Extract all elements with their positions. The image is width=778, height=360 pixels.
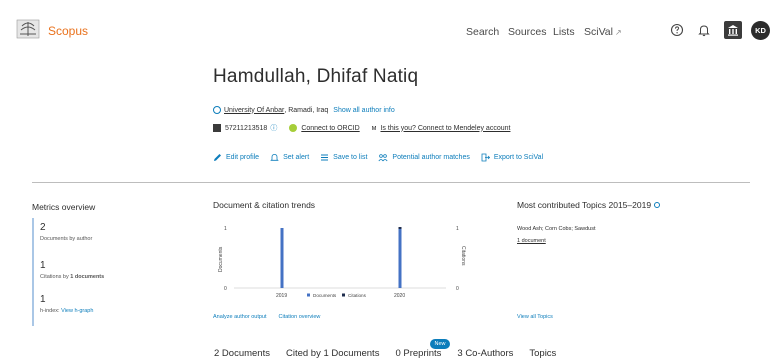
nav-search[interactable]: Search — [466, 26, 499, 38]
export-to-scival-label: Export to SciVal — [493, 154, 544, 161]
h-index-value: 1 — [40, 294, 46, 305]
institution-icon[interactable] — [724, 21, 742, 39]
legend-documents-swatch — [307, 293, 310, 297]
export-icon — [481, 153, 490, 162]
bell-icon[interactable] — [697, 23, 711, 37]
tab-co-authors[interactable]: 3 Co-Authors — [457, 348, 513, 359]
analyze-author-output-link[interactable]: Analyze author output — [213, 314, 267, 320]
documents-metric[interactable]: 2 Documents by author — [40, 222, 92, 242]
people-icon — [378, 154, 388, 162]
legend-citations-label: Citations — [348, 293, 367, 298]
citations-marker — [398, 227, 402, 229]
affiliation-place: , Ramadi, Iraq — [284, 106, 329, 114]
scopus-id: 57211213518 — [225, 124, 268, 132]
citations-metric[interactable]: 1 Citations by 1 documents — [40, 260, 104, 280]
nav-sources[interactable]: Sources — [508, 26, 547, 38]
tab-cited-by[interactable]: Cited by 1 Documents — [286, 348, 379, 359]
y-tick-right: 0 — [456, 286, 459, 292]
x-tick-label: 2019 — [276, 293, 287, 299]
citations-count: 1 — [40, 260, 46, 271]
nav-scival[interactable]: SciVal ↗ — [584, 26, 622, 38]
documents-label: Documents by author — [40, 236, 93, 242]
topic-name[interactable]: Wood Ash; Corn Cobs; Sawdust — [517, 226, 595, 232]
tab-topics[interactable]: Topics — [529, 348, 556, 359]
x-tick-label: 2020 — [394, 293, 405, 299]
bell-icon — [270, 154, 279, 161]
list-icon — [321, 154, 329, 161]
citation-overview-link[interactable]: Citation overview — [279, 314, 321, 320]
author-name: Hamdullah, Dhifaf Natiq — [213, 66, 419, 87]
show-all-author-info-link[interactable]: Show all author info — [333, 107, 394, 114]
save-to-list-button[interactable]: Save to list — [320, 153, 367, 162]
legend-documents-label: Documents — [313, 293, 337, 298]
y-tick-left: 1 — [224, 226, 227, 232]
author-actions: Edit profile Set alert Save to list Pote… — [213, 153, 554, 162]
info-icon[interactable] — [654, 202, 661, 208]
citations-label: Citations by 1 documents — [40, 274, 104, 280]
tab-documents[interactable]: 2 Documents — [214, 348, 270, 359]
y-tick-right: 1 — [456, 226, 459, 232]
document-citation-chart: 1 0 1 0 Documents Citations 2019 2020 Documents C… — [218, 226, 466, 299]
trends-title: Document & citation trends — [213, 200, 316, 210]
citations-label-prefix: Citations by — [40, 274, 71, 280]
documents-bar — [398, 228, 402, 288]
export-to-scival-button[interactable]: Export to SciVal — [481, 153, 543, 162]
metrics-overview-title: Metrics overview — [32, 202, 96, 212]
potential-author-matches-button[interactable]: Potential author matches — [378, 153, 470, 162]
y-axis-label-citations: Citations — [460, 246, 466, 266]
view-h-graph-link[interactable]: View h-graph — [61, 308, 93, 314]
citations-label-documents: 1 documents — [70, 274, 105, 280]
h-index-label-row: h-index: View h-graph — [40, 308, 93, 314]
topics-title-text: Most contributed Topics 2015–2019 — [517, 200, 652, 210]
help-icon[interactable] — [670, 23, 684, 37]
nav-scival-label: SciVal — [584, 26, 613, 38]
section-divider — [32, 182, 750, 183]
connect-mendeley-link[interactable]: Is this you? Connect to Mendeley account — [380, 125, 510, 132]
save-to-list-label: Save to list — [333, 154, 368, 161]
h-index-metric: 1 h-index: View h-graph — [40, 294, 93, 314]
scopus-id-icon — [213, 124, 221, 132]
view-all-topics-link[interactable]: View all Topics — [517, 314, 553, 320]
info-icon[interactable]: ⓘ — [270, 123, 277, 133]
author-ids-row: 57211213518 ⓘ Connect to ORCID ᴍ Is this… — [213, 123, 510, 133]
info-icon — [213, 106, 221, 114]
user-avatar[interactable]: KD — [751, 21, 770, 40]
nav-lists[interactable]: Lists — [553, 26, 575, 38]
documents-bar — [280, 228, 284, 288]
profile-tabs: 2 Documents Cited by 1 Documents 0 Prepr… — [214, 348, 572, 359]
mendeley-icon: ᴍ — [371, 124, 377, 132]
external-link-icon: ↗ — [614, 28, 622, 37]
affiliation-link[interactable]: University Of Anbar — [224, 107, 284, 114]
y-axis-label-documents: Documents — [218, 246, 224, 272]
metrics-panel: 2 Documents by author 1 Citations by 1 d… — [32, 218, 172, 326]
elsevier-logo-icon[interactable] — [16, 18, 40, 40]
pencil-icon — [214, 154, 221, 161]
legend-citations-swatch — [342, 293, 345, 297]
h-index-label: h-index: — [40, 308, 60, 314]
edit-profile-button[interactable]: Edit profile — [213, 153, 259, 162]
orcid-icon — [289, 124, 298, 132]
top-header: Scopus Search Sources Lists SciVal ↗ KD — [0, 0, 778, 58]
set-alert-button[interactable]: Set alert — [270, 153, 309, 162]
y-tick-left: 0 — [224, 286, 227, 292]
set-alert-label: Set alert — [283, 154, 310, 161]
topics-title: Most contributed Topics 2015–2019 — [517, 200, 661, 210]
chart-links: Analyze author output Citation overview — [213, 314, 332, 320]
scopus-brand[interactable]: Scopus — [48, 24, 88, 38]
institution-building-icon — [728, 25, 738, 36]
potential-author-matches-label: Potential author matches — [392, 154, 470, 161]
tab-preprints[interactable]: 0 Preprints — [395, 348, 441, 359]
topic-document-count[interactable]: 1 document — [517, 238, 546, 244]
documents-count: 2 — [40, 222, 46, 233]
connect-orcid-link[interactable]: Connect to ORCID — [301, 125, 359, 132]
affiliation-row: University Of Anbar , Ramadi, Iraq Show … — [213, 106, 395, 114]
edit-profile-label: Edit profile — [226, 154, 260, 161]
